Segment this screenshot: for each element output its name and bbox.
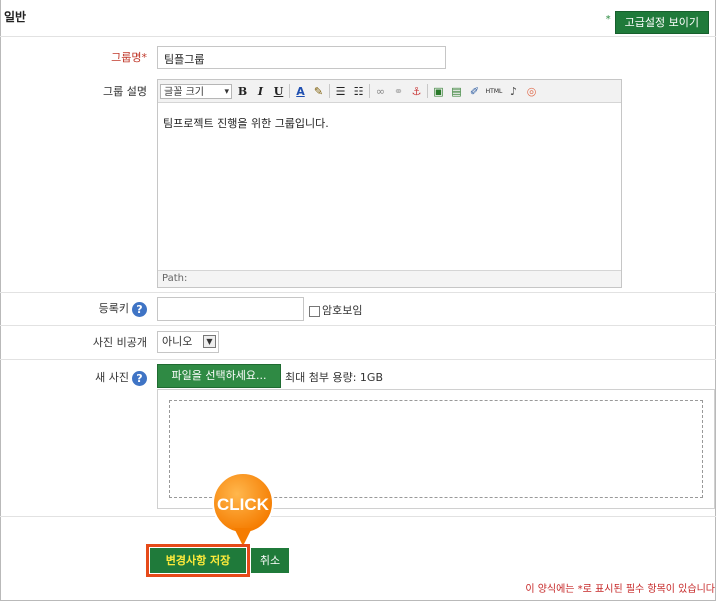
italic-icon[interactable]: I	[253, 84, 268, 99]
group-name-label: 그룹명*	[111, 51, 147, 64]
group-name-input[interactable]: 팀플그룹	[157, 46, 446, 69]
advanced-star: *	[605, 14, 611, 25]
show-password[interactable]: 암호보임	[309, 302, 362, 318]
unlink-icon[interactable]: ⚭	[391, 84, 406, 99]
html-icon[interactable]: HTML	[485, 84, 503, 99]
editor-path: Path:	[158, 270, 621, 287]
save-changes-button[interactable]: 변경사항 저장	[150, 548, 246, 573]
divider	[0, 359, 716, 360]
toolbar-separator	[369, 84, 370, 98]
help-lifebuoy-icon[interactable]: ◎	[524, 84, 539, 99]
chevron-down-icon: ▼	[203, 335, 216, 348]
link-icon[interactable]: ∞	[373, 84, 388, 99]
underline-icon[interactable]: U	[271, 84, 286, 99]
ordered-list-icon[interactable]: ☷	[351, 84, 366, 99]
rich-text-editor: 글꼴 크기 B I U A ✎ ☰ ☷ ∞ ⚭ ⚓ ▣ ▤ ✐ HTML ♪ ◎…	[157, 79, 622, 288]
click-pointer-badge: CLICK	[212, 472, 274, 546]
help-icon[interactable]: ?	[132, 301, 147, 317]
editor-toolbar: 글꼴 크기 B I U A ✎ ☰ ☷ ∞ ⚭ ⚓ ▣ ▤ ✐ HTML ♪ ◎	[158, 80, 621, 103]
edit-html-icon[interactable]: ✐	[467, 84, 482, 99]
toolbar-separator	[289, 84, 290, 98]
media-icon[interactable]: ▤	[449, 84, 464, 99]
anchor-icon[interactable]: ⚓	[409, 84, 424, 99]
click-badge-text: CLICK	[217, 495, 270, 514]
advanced-settings: * 고급설정 보이기	[605, 11, 709, 34]
choose-file-button[interactable]: 파일을 선택하세요...	[157, 364, 281, 388]
divider	[0, 36, 716, 37]
editor-content[interactable]: 팀프로젝트 진행을 위한 그룹입니다.	[158, 103, 621, 143]
toolbar-separator	[329, 84, 330, 98]
help-icon[interactable]: ?	[132, 370, 147, 386]
font-color-icon[interactable]: A	[293, 84, 308, 99]
photo-private-select[interactable]: 아니오 ▼	[157, 331, 219, 353]
new-photo-label: 새 사진?	[95, 369, 147, 386]
group-desc-label: 그룹 설명	[103, 85, 147, 98]
audio-icon[interactable]: ♪	[506, 84, 521, 99]
photo-private-label: 사진 비공개	[92, 336, 147, 349]
max-upload-size: 최대 첨부 용량: 1GB	[285, 371, 383, 384]
divider	[0, 325, 716, 326]
unordered-list-icon[interactable]: ☰	[333, 84, 348, 99]
cancel-button[interactable]: 취소	[251, 548, 289, 573]
highlight-color-icon[interactable]: ✎	[311, 84, 326, 99]
image-icon[interactable]: ▣	[431, 84, 446, 99]
font-size-select[interactable]: 글꼴 크기	[160, 83, 232, 100]
required-fields-note: 이 양식에는 *로 표시된 필수 항목이 있습니다	[525, 584, 715, 595]
enroll-key-input[interactable]	[157, 297, 304, 321]
advanced-settings-button[interactable]: 고급설정 보이기	[614, 11, 709, 34]
divider	[0, 516, 716, 517]
section-title: 일반	[4, 10, 27, 24]
bold-icon[interactable]: B	[235, 84, 250, 99]
enroll-key-label: 등록키?	[99, 300, 147, 317]
show-password-checkbox[interactable]	[309, 305, 320, 317]
divider	[0, 292, 716, 293]
toolbar-separator	[427, 84, 428, 98]
